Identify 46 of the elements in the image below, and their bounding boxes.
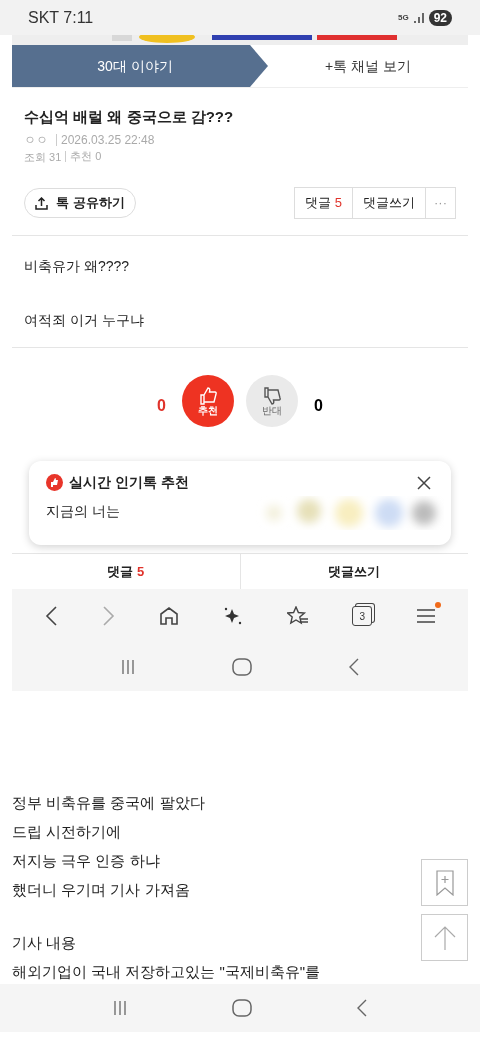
network-label: 5G [397,13,409,22]
oppose-button[interactable]: 반대 [246,375,298,427]
board-tab[interactable]: 30대 이야기 [12,45,268,87]
recommend-count: 추천 0 [65,151,102,163]
arrow-up-icon [433,924,456,951]
article-text: 기사 내용 [12,933,78,953]
thumbs-down-icon [262,386,282,406]
oppose-count: 0 [314,396,323,416]
bookmark-add-icon [435,869,454,896]
back-icon[interactable] [356,999,368,1017]
post-author: ㅇㅇ [24,131,48,149]
article-text: 저지능 극우 인증 하냐 [12,851,161,871]
menu-icon[interactable] [416,608,437,624]
thumbs-up-badge-icon [46,474,63,491]
sparkle-icon[interactable] [222,606,243,626]
back-icon[interactable] [348,658,360,676]
post-text: 여적죄 이거 누구냐 [24,311,145,330]
comments-button[interactable]: 댓글 5 [295,188,353,218]
back-icon[interactable] [43,606,58,626]
article-text: 해외기업이 국내 저장하고있는 "국제비축유"를 [12,962,321,982]
write-comment-tab[interactable]: 댓글쓰기 [240,554,468,589]
thumbs-up-icon [198,386,218,406]
post-text: 비축유가 왜???? [24,257,131,276]
popup-text: 지금의 너는 [46,502,121,521]
signal-icon [412,11,425,24]
status-time: SKT 7:11 [28,7,94,28]
bookmark-star-icon[interactable] [286,606,309,626]
post-title: 수십억 배럴 왜 중국으로 감??? [24,107,235,127]
recommend-count: 0 [157,396,166,416]
recent-apps-icon[interactable] [120,659,136,675]
view-count: 조회 31 [24,149,62,165]
home-icon[interactable] [232,658,252,676]
battery-level: 92 [428,9,452,26]
write-comment-button[interactable]: 댓글쓰기 [353,188,426,218]
home-icon[interactable] [159,606,180,626]
home-icon[interactable] [232,999,252,1017]
article-text: 드립 시전하기에 [12,822,123,842]
post-date: 2026.03.25 22:48 [56,133,155,146]
recent-apps-icon[interactable] [112,1000,128,1016]
recommend-button[interactable]: 추천 [182,375,234,427]
article-text: 했더니 우기며 기사 가져옴 [12,880,191,900]
tab-count-icon[interactable]: 3 [352,606,373,626]
popup-title: 실시간 인기톡 추천 [69,473,189,492]
share-icon [35,196,48,210]
article-text: 정부 비축유를 중국에 팔았다 [12,793,206,813]
close-icon[interactable] [417,476,431,490]
